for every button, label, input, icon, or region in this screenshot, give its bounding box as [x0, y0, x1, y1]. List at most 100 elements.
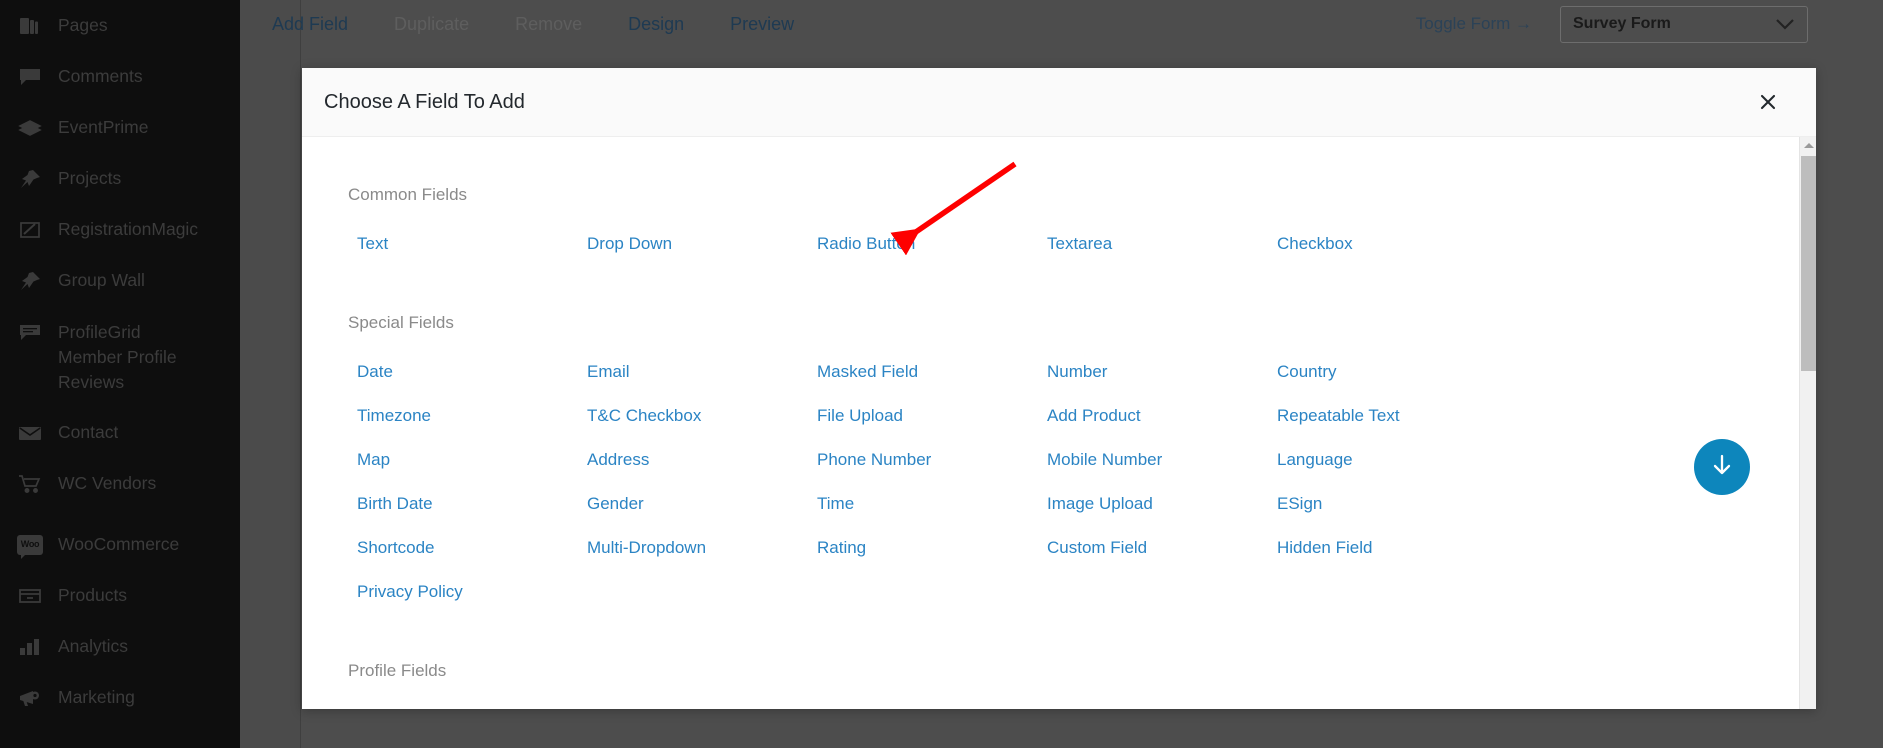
modal-scrollbar[interactable] [1799, 137, 1816, 709]
field-option: Date [348, 355, 578, 389]
field-option: Text [348, 227, 578, 261]
add-field-button[interactable]: Add Field [272, 14, 348, 35]
field-option-text[interactable]: Text [348, 234, 388, 254]
sidebar-item-contact[interactable]: Contact [0, 407, 240, 458]
field-option-timezone[interactable]: Timezone [348, 406, 431, 426]
modal-header: Choose A Field To Add [302, 68, 1816, 137]
field-option: Address [578, 443, 808, 477]
sidebar-item-pages[interactable]: Pages [0, 0, 240, 51]
pin-icon [12, 153, 48, 204]
field-option-time[interactable]: Time [808, 494, 854, 514]
sidebar-item-profilegrid-reviews[interactable]: ProfileGrid Member Profile Reviews [0, 306, 240, 407]
choose-field-modal: Choose A Field To Add Common Fields Text… [302, 68, 1816, 709]
field-option: File Upload [808, 399, 1038, 433]
sidebar-item-group-wall[interactable]: Group Wall [0, 255, 240, 306]
field-option-number[interactable]: Number [1038, 362, 1107, 382]
field-option-shortcode[interactable]: Shortcode [348, 538, 435, 558]
field-option: Repeatable Text [1268, 399, 1498, 433]
field-option-image-upload[interactable]: Image Upload [1038, 494, 1153, 514]
sidebar-item-registrationmagic[interactable]: RegistrationMagic [0, 204, 240, 255]
field-option: Gender [578, 487, 808, 521]
field-option-language[interactable]: Language [1268, 450, 1353, 470]
field-option-country[interactable]: Country [1268, 362, 1337, 382]
preview-button[interactable]: Preview [730, 14, 794, 35]
sidebar-item-label: ProfileGrid Member Profile Reviews [58, 322, 177, 392]
field-option-address[interactable]: Address [578, 450, 649, 470]
field-option: Phone Number [808, 443, 1038, 477]
group-title-profile-fields: Profile Fields [348, 661, 447, 680]
field-option-tc-checkbox[interactable]: T&C Checkbox [578, 406, 701, 426]
sidebar-item-products[interactable]: Products [0, 570, 240, 621]
sidebar-item-label: EventPrime [58, 117, 149, 137]
field-option: Checkbox [1268, 227, 1498, 261]
field-option-map[interactable]: Map [348, 450, 390, 470]
app-root: Pages Comments EventPrime Projects Regis [0, 0, 1883, 748]
remove-button[interactable]: Remove [515, 14, 582, 35]
comments-icon [12, 51, 48, 102]
sidebar-item-eventprime[interactable]: EventPrime [0, 102, 240, 153]
sidebar-item-woocommerce[interactable]: Woo WooCommerce [0, 519, 240, 570]
profilegrid-icon [12, 306, 48, 357]
toggle-form-button[interactable]: Toggle Form → [1416, 14, 1532, 34]
modal-title: Choose A Field To Add [324, 90, 525, 113]
field-option-date[interactable]: Date [348, 362, 393, 382]
sidebar-item-label: Marketing [58, 687, 135, 707]
sidebar-item-marketing[interactable]: Marketing [0, 672, 240, 723]
field-option-textarea[interactable]: Textarea [1038, 234, 1112, 254]
design-button[interactable]: Design [628, 14, 684, 35]
sidebar-item-wc-vendors[interactable]: WC Vendors [0, 458, 240, 509]
toolbar-right-group: Toggle Form → Survey Form [1416, 5, 1883, 43]
field-option-checkbox[interactable]: Checkbox [1268, 234, 1353, 254]
field-option: Add Product [1038, 399, 1268, 433]
registrationmagic-icon [12, 204, 48, 255]
field-option-add-product[interactable]: Add Product [1038, 406, 1141, 426]
scrollbar-thumb[interactable] [1801, 156, 1816, 371]
woo-icon: Woo [12, 519, 48, 570]
field-option-rating[interactable]: Rating [808, 538, 866, 558]
sidebar-item-label: Group Wall [58, 270, 145, 290]
group-title-special-fields: Special Fields [348, 313, 454, 332]
field-option-custom-field[interactable]: Custom Field [1038, 538, 1147, 558]
field-option-email[interactable]: Email [578, 362, 630, 382]
sidebar-item-analytics[interactable]: Analytics [0, 621, 240, 672]
field-option: Privacy Policy [348, 575, 578, 609]
duplicate-button[interactable]: Duplicate [394, 14, 469, 35]
sidebar-item-comments[interactable]: Comments [0, 51, 240, 102]
form-select[interactable]: Survey Form [1560, 5, 1808, 43]
field-option-file-upload[interactable]: File Upload [808, 406, 903, 426]
arrow-down-icon [1709, 452, 1735, 483]
field-option: Image Upload [1038, 487, 1268, 521]
analytics-icon [12, 621, 48, 672]
field-option-repeatable-text[interactable]: Repeatable Text [1268, 406, 1400, 426]
sidebar-item-label: WC Vendors [58, 473, 157, 493]
scrollbar-up-arrow[interactable] [1800, 137, 1816, 154]
sidebar-item-projects[interactable]: Projects [0, 153, 240, 204]
sidebar-item-label: Analytics [58, 636, 129, 656]
field-option-multi-dropdown[interactable]: Multi-Dropdown [578, 538, 706, 558]
field-option: Hidden Field [1268, 531, 1498, 565]
field-option-hidden-field[interactable]: Hidden Field [1268, 538, 1372, 558]
pin-icon [12, 255, 48, 306]
field-option: Birth Date [348, 487, 578, 521]
group-title-common-fields: Common Fields [348, 185, 468, 204]
field-option-privacy-policy[interactable]: Privacy Policy [348, 582, 463, 602]
scroll-down-button[interactable] [1694, 439, 1750, 495]
field-option-gender[interactable]: Gender [578, 494, 644, 514]
field-option: Textarea [1038, 227, 1268, 261]
close-icon[interactable] [1754, 88, 1782, 116]
form-select-value: Survey Form [1573, 15, 1671, 32]
field-option: ESign [1268, 487, 1498, 521]
sidebar-item-label: Comments [58, 66, 143, 86]
eventprime-icon [12, 102, 48, 153]
field-option-radio-button[interactable]: Radio Button [808, 234, 915, 254]
field-option: Drop Down [578, 227, 808, 261]
field-option-esign[interactable]: ESign [1268, 494, 1322, 514]
sidebar-separator [0, 509, 240, 519]
field-option-phone-number[interactable]: Phone Number [808, 450, 931, 470]
field-option-birth-date[interactable]: Birth Date [348, 494, 433, 514]
field-option-masked-field[interactable]: Masked Field [808, 362, 918, 382]
envelope-icon [12, 407, 48, 458]
field-option-mobile-number[interactable]: Mobile Number [1038, 450, 1162, 470]
field-option: Rating [808, 531, 1038, 565]
field-option-drop-down[interactable]: Drop Down [578, 234, 672, 254]
